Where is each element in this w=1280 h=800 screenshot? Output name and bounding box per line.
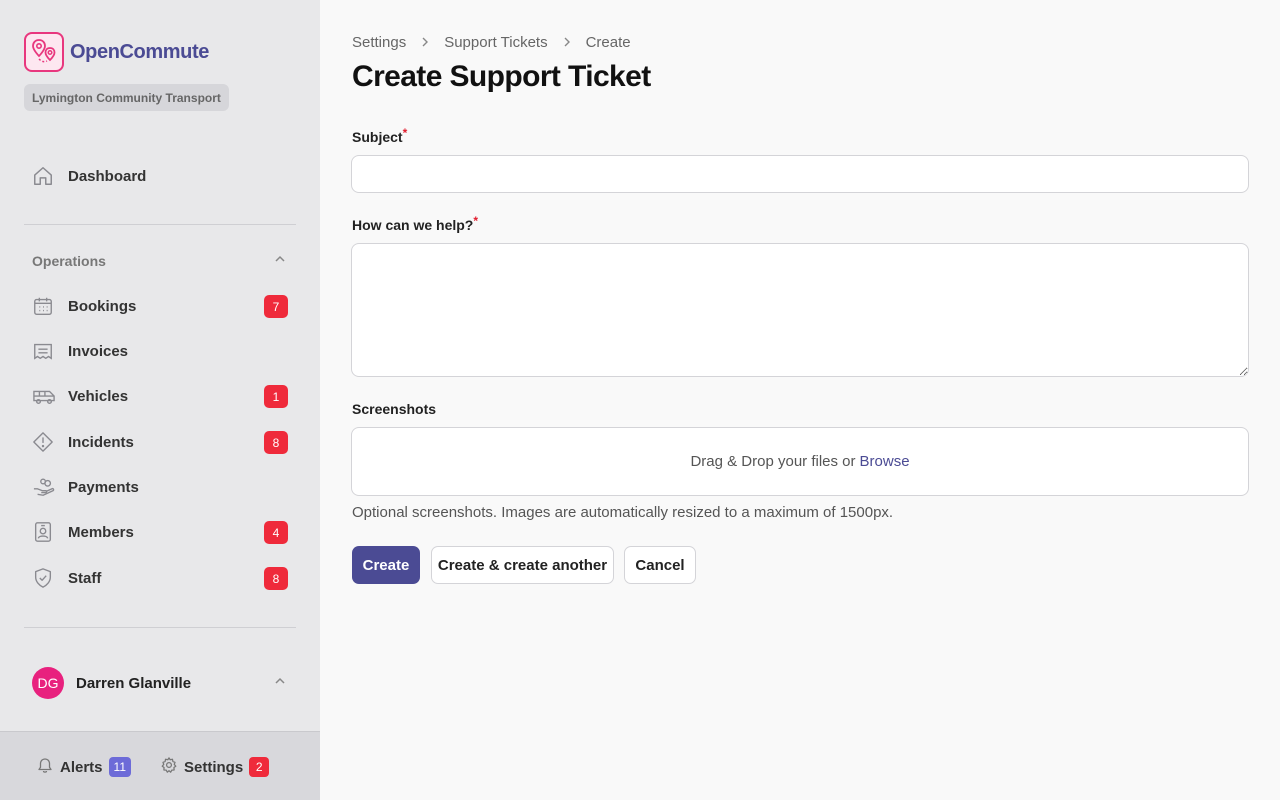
gear-icon <box>160 756 178 779</box>
sidebar-item-bookings[interactable]: Bookings 7 <box>24 288 296 324</box>
screenshots-label: Screenshots <box>352 401 437 417</box>
operations-group-toggle[interactable]: Operations <box>24 248 296 274</box>
sidebar: OpenCommute Lymington Community Transpor… <box>0 0 320 800</box>
sidebar-item-incidents[interactable]: Incidents 8 <box>24 424 296 460</box>
count-badge: 4 <box>264 521 288 544</box>
breadcrumb-support-tickets[interactable]: Support Tickets <box>444 34 547 51</box>
app-name: OpenCommute <box>70 40 209 63</box>
app-logo[interactable]: OpenCommute <box>24 32 209 72</box>
help-label-text: How can we help? <box>352 217 474 233</box>
breadcrumb: Settings Support Tickets Create <box>352 32 631 52</box>
settings-label: Settings <box>184 758 244 776</box>
sidebar-item-label: Bookings <box>68 297 137 315</box>
shield-icon <box>24 560 64 596</box>
organization-badge: Lymington Community Transport <box>24 84 229 111</box>
sidebar-footer: Alerts 11 Settings 2 <box>0 731 320 800</box>
sidebar-item-label: Staff <box>68 569 102 587</box>
subject-label: Subject* <box>352 126 408 145</box>
home-icon <box>24 158 64 194</box>
chevron-right-icon <box>420 37 430 47</box>
browse-link[interactable]: Browse <box>860 453 910 470</box>
payment-hand-icon <box>24 469 64 505</box>
sidebar-item-dashboard[interactable]: Dashboard <box>24 158 296 194</box>
create-another-button[interactable]: Create & create another <box>431 546 614 584</box>
subject-input[interactable] <box>351 155 1249 193</box>
sidebar-item-label: Members <box>68 523 134 541</box>
receipt-icon <box>24 333 64 369</box>
calendar-icon <box>24 288 64 324</box>
bell-icon <box>36 756 54 779</box>
map-pins-logo-icon <box>24 32 64 72</box>
avatar: DG <box>32 667 64 699</box>
count-badge: 8 <box>264 431 288 454</box>
settings-button[interactable]: Settings 2 <box>160 755 270 779</box>
sidebar-item-label: Incidents <box>68 433 134 451</box>
page-title: Create Support Ticket <box>352 60 651 93</box>
alerts-label: Alerts <box>60 758 103 776</box>
count-badge: 1 <box>264 385 288 408</box>
create-button[interactable]: Create <box>352 546 420 584</box>
warning-icon <box>24 424 64 460</box>
id-badge-icon <box>24 514 64 550</box>
help-label: How can we help?* <box>352 214 479 233</box>
bus-icon <box>24 378 64 414</box>
alerts-count-badge: 11 <box>108 757 131 777</box>
file-dropzone[interactable]: Drag & Drop your files or Browse <box>351 427 1249 496</box>
sidebar-item-label: Invoices <box>68 342 129 360</box>
group-label: Operations <box>32 253 106 269</box>
subject-label-text: Subject <box>352 129 403 145</box>
breadcrumb-settings[interactable]: Settings <box>352 34 406 51</box>
user-menu[interactable]: DG Darren Glanville <box>24 664 296 702</box>
cancel-button[interactable]: Cancel <box>624 546 696 584</box>
settings-count-badge: 2 <box>249 757 270 777</box>
dropzone-text: Drag & Drop your files or <box>690 453 856 470</box>
count-badge: 8 <box>264 567 288 590</box>
help-textarea[interactable] <box>351 243 1249 377</box>
sidebar-item-payments[interactable]: Payments <box>24 469 296 505</box>
user-name: Darren Glanville <box>76 674 192 692</box>
sidebar-item-label: Dashboard <box>68 167 147 185</box>
chevron-right-icon <box>562 37 572 47</box>
required-marker: * <box>402 126 408 140</box>
count-badge: 7 <box>264 295 288 318</box>
breadcrumb-create[interactable]: Create <box>586 34 631 51</box>
alerts-button[interactable]: Alerts 11 <box>36 755 131 779</box>
required-marker: * <box>473 214 479 228</box>
screenshots-help-text: Optional screenshots. Images are automat… <box>352 504 894 521</box>
sidebar-divider <box>24 224 296 225</box>
sidebar-item-staff[interactable]: Staff 8 <box>24 560 296 596</box>
sidebar-item-label: Vehicles <box>68 387 129 405</box>
sidebar-divider <box>24 627 296 628</box>
sidebar-item-members[interactable]: Members 4 <box>24 514 296 550</box>
sidebar-item-label: Payments <box>68 478 139 496</box>
sidebar-item-vehicles[interactable]: Vehicles 1 <box>24 378 296 414</box>
chevron-up-icon <box>274 252 286 270</box>
chevron-up-icon <box>274 674 286 692</box>
sidebar-item-invoices[interactable]: Invoices <box>24 333 296 369</box>
